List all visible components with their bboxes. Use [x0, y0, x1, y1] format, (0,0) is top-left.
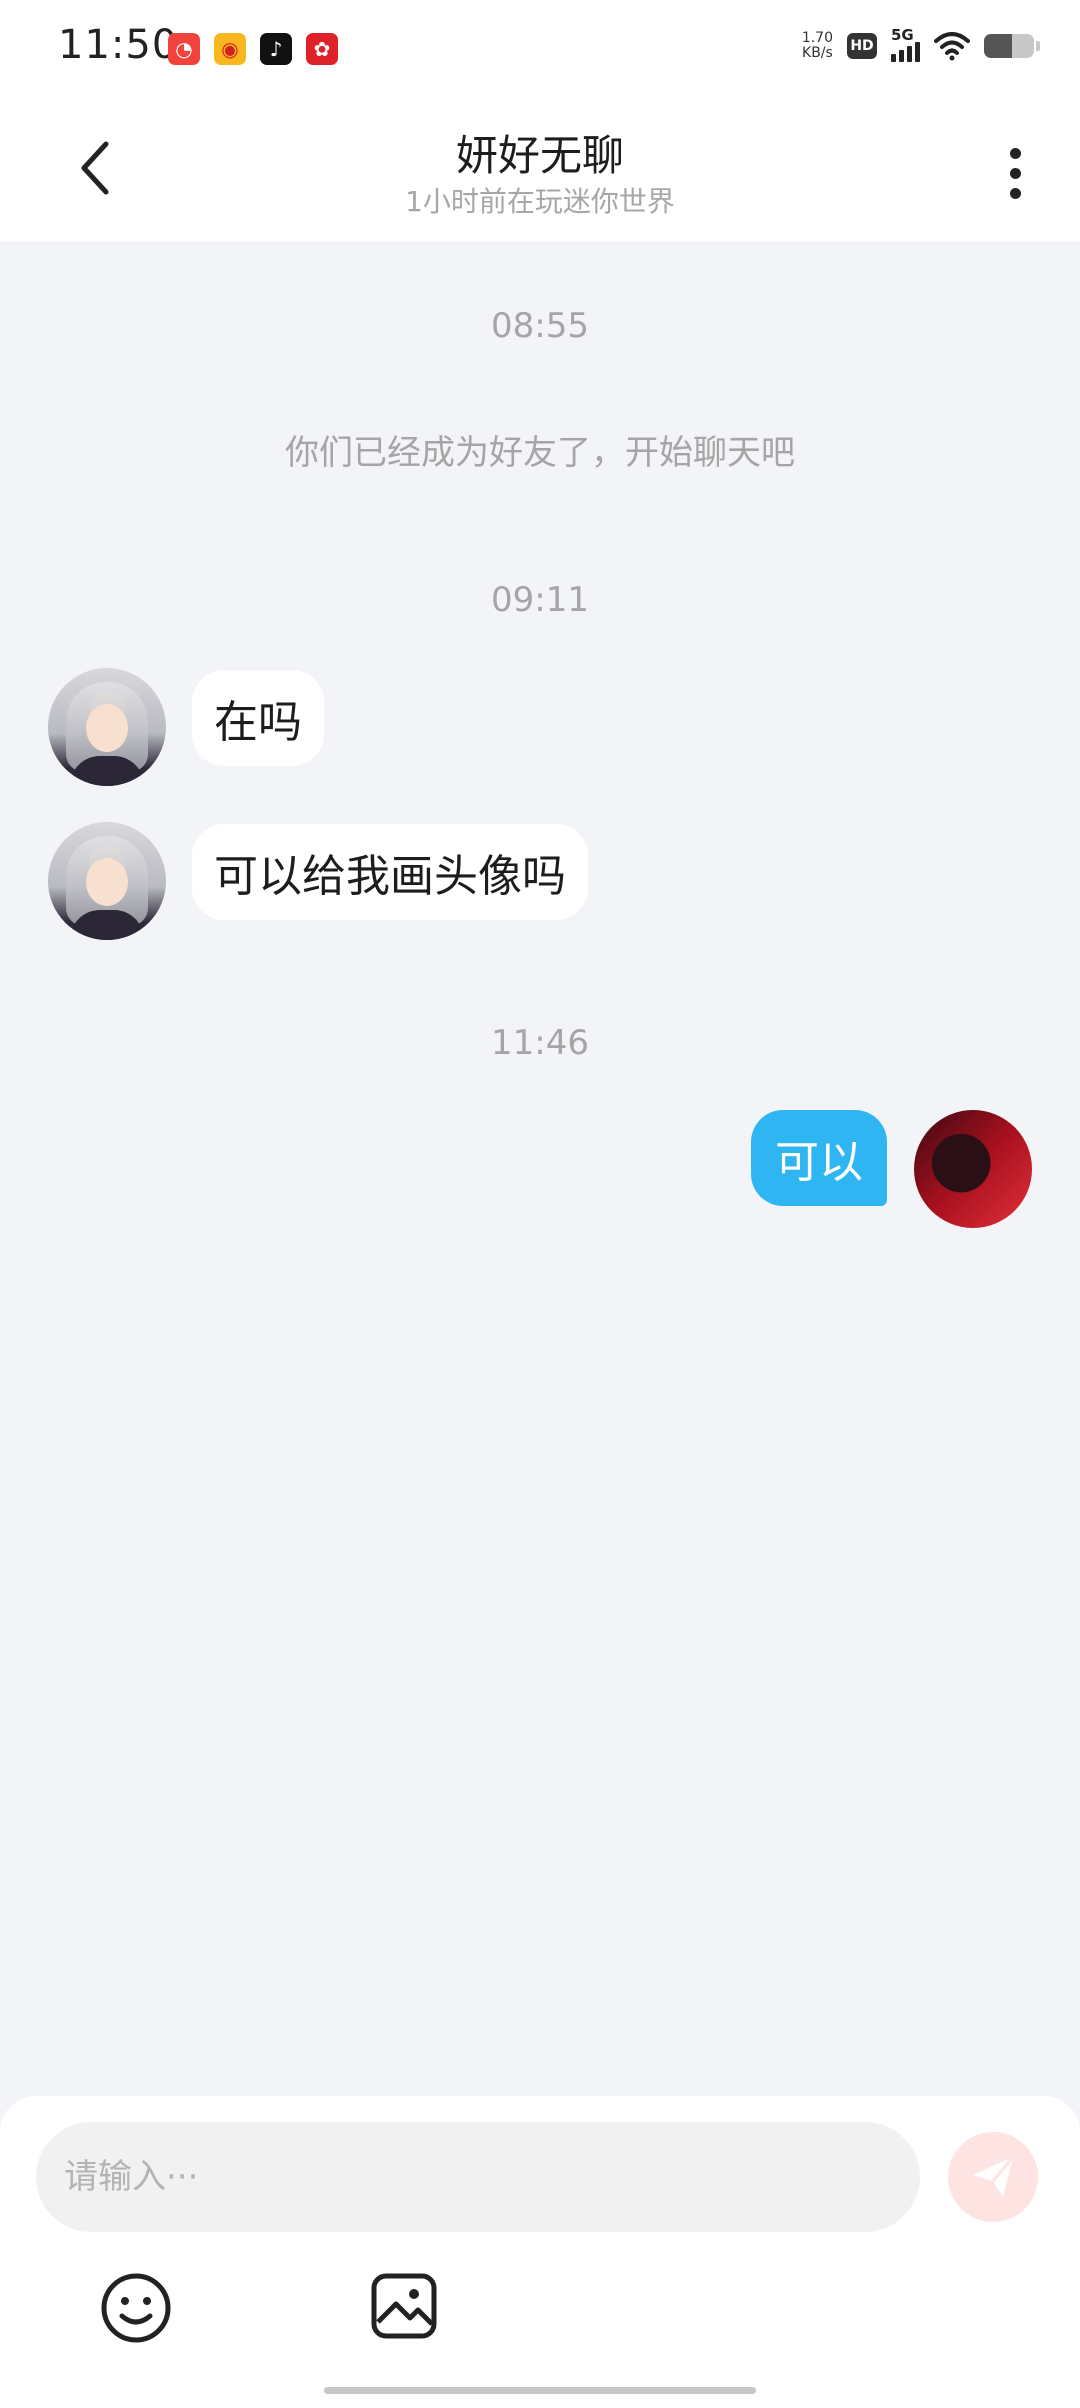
app-icon-4: ✿: [306, 33, 338, 65]
wifi-icon: [934, 32, 970, 61]
my-avatar[interactable]: [914, 1110, 1032, 1228]
notification-icons: ◔ ◉ ♪ ✿: [168, 33, 338, 65]
friend-avatar[interactable]: [48, 668, 166, 786]
timestamp: 08:55: [491, 306, 589, 346]
image-button[interactable]: [370, 2272, 438, 2340]
tiktok-icon: ♪: [260, 33, 292, 65]
send-button[interactable]: [948, 2132, 1038, 2222]
more-dot: [1009, 147, 1021, 159]
sent-message-bubble[interactable]: 可以: [751, 1110, 887, 1206]
received-message-bubble[interactable]: 在吗: [192, 670, 324, 766]
more-options-button[interactable]: [990, 138, 1040, 208]
timestamp: 11:46: [491, 1023, 589, 1063]
message-input[interactable]: [36, 2122, 920, 2232]
weibo-icon: ◉: [214, 33, 246, 65]
emoji-button[interactable]: [100, 2272, 172, 2344]
battery-fill: [984, 34, 1012, 58]
network-speed-value: 1.70: [801, 30, 833, 46]
battery-icon: [984, 34, 1034, 58]
more-dot: [1009, 187, 1021, 199]
status-indicators: 1.70 KB/s HD 5G: [802, 26, 1040, 62]
message-input-area: [0, 2096, 1080, 2408]
home-indicator[interactable]: [324, 2387, 756, 2394]
app-icon-1: ◔: [168, 33, 200, 65]
network-speed-unit: KB/s: [802, 45, 833, 61]
hd-badge: HD: [847, 33, 877, 59]
status-time: 11:50: [58, 22, 179, 68]
chat-title: 妍好无聊: [455, 131, 624, 180]
chat-screen: 11:50 ◔ ◉ ♪ ✿ 1.70 KB/s HD 5G 妍好无聊 1小时前在…: [0, 0, 1080, 2408]
cellular-signal-icon: 5G: [891, 26, 920, 62]
timestamp: 09:11: [491, 580, 589, 620]
send-icon: [973, 2156, 1015, 2197]
network-speed: 1.70 KB/s: [802, 31, 833, 61]
chat-header: 妍好无聊 1小时前在玩迷你世界: [0, 98, 1080, 242]
status-bar: 11:50 ◔ ◉ ♪ ✿ 1.70 KB/s HD 5G: [0, 0, 1080, 98]
system-message: 你们已经成为好友了，开始聊天吧: [285, 433, 795, 473]
received-message-bubble[interactable]: 可以给我画头像吗: [192, 824, 588, 920]
network-type: 5G: [891, 26, 914, 44]
chat-subtitle: 1小时前在玩迷你世界: [405, 185, 675, 218]
friend-avatar[interactable]: [48, 822, 166, 940]
more-dot: [1009, 167, 1021, 179]
